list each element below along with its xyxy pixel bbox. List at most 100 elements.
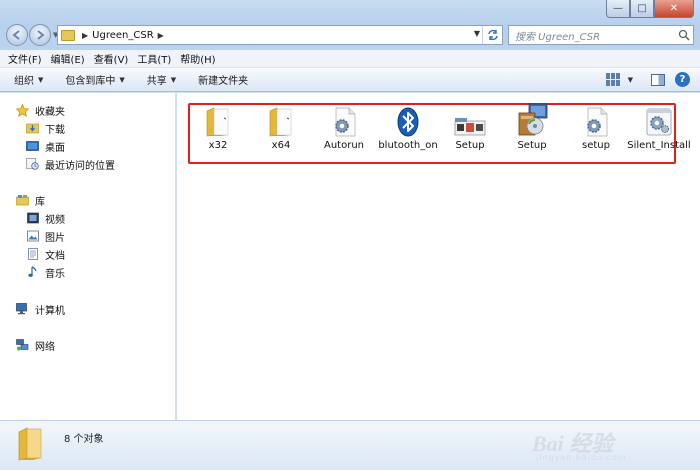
sidebar-item-label: 计算机 [35, 305, 65, 317]
search-icon[interactable] [675, 29, 693, 41]
sidebar-item-libraries[interactable]: 库 [16, 192, 45, 208]
folder-icon [249, 105, 313, 137]
menu-help[interactable]: 帮助(H) [180, 51, 215, 66]
details-pane: 8 个对象 Bai 经验 jingyan.baidu.com [0, 420, 700, 470]
sidebar-item-label: 收藏夹 [35, 106, 65, 118]
preview-pane-icon[interactable] [651, 73, 665, 86]
breadcrumb-current[interactable]: Ugreen_CSR [92, 30, 153, 41]
bluetooth-icon [376, 105, 440, 137]
file-name: Silent_Install [627, 140, 691, 151]
organize-button[interactable]: 组织 ▼ [14, 72, 44, 88]
watermark: Bai 经验 jingyan.baidu.com [532, 426, 662, 464]
video-icon [26, 212, 39, 224]
breadcrumb-separator-icon[interactable]: ▶ [158, 31, 164, 40]
refresh-button[interactable] [482, 26, 502, 44]
file-item-silent-install[interactable]: Silent_Install [627, 105, 691, 152]
file-name: x32 [208, 140, 228, 151]
recent-places-icon [26, 158, 39, 170]
minimize-button[interactable]: — [606, 0, 630, 18]
chevron-down-icon: ▼ [170, 75, 177, 84]
sidebar-item-documents[interactable]: 文档 [26, 246, 65, 262]
share-label: 共享 [146, 76, 167, 87]
file-name: setup [582, 140, 610, 151]
forward-button[interactable] [29, 24, 51, 46]
search-placeholder: 搜索 Ugreen_CSR [515, 31, 601, 43]
desktop-icon [26, 140, 39, 152]
include-library-button[interactable]: 包含到库中 ▼ [65, 72, 125, 88]
sidebar-item-network[interactable]: 网络 [16, 337, 55, 353]
file-name: Setup [517, 140, 547, 151]
new-folder-button[interactable]: 新建文件夹 [198, 72, 248, 87]
maximize-button[interactable]: □ [630, 0, 654, 18]
arrow-left-icon [12, 30, 20, 40]
sidebar-item-label: 桌面 [45, 142, 65, 154]
setup-cab-icon [438, 105, 502, 137]
share-button[interactable]: 共享 ▼ [146, 72, 177, 88]
sidebar-item-label: 库 [35, 196, 45, 208]
file-name: blutooth_on [378, 140, 438, 151]
include-library-label: 包含到库中 [65, 76, 116, 87]
sidebar-item-label: 视频 [45, 214, 65, 226]
chevron-down-icon: ▼ [38, 75, 44, 84]
change-view-icon[interactable] [605, 73, 620, 86]
sidebar-item-videos[interactable]: 视频 [26, 210, 65, 226]
address-bar[interactable]: ▶ Ugreen_CSR ▶ ▼ [57, 25, 503, 45]
watermark-url: jingyan.baidu.com [536, 453, 627, 462]
arrow-right-icon [37, 30, 45, 40]
search-input[interactable]: 搜索 Ugreen_CSR [508, 25, 694, 45]
help-icon[interactable]: ? [675, 72, 690, 87]
menu-tools[interactable]: 工具(T) [137, 51, 171, 66]
sidebar-item-computer[interactable]: 计算机 [16, 301, 65, 317]
sidebar-item-desktop[interactable]: 桌面 [26, 138, 65, 154]
star-icon [16, 103, 29, 117]
chevron-down-icon: ▼ [627, 75, 633, 84]
navigation-pane: 收藏夹 下载 桌面 最近访问的位置 库 视频 图片 文档 音乐 计算机 网络 [0, 93, 176, 420]
sidebar-item-label: 下载 [45, 124, 65, 136]
menu-view[interactable]: 查看(V) [94, 51, 129, 66]
file-list-area[interactable]: x32 x64 Autorun blutooth_on Setup Setup [177, 93, 700, 420]
item-count: 8 个对象 [64, 434, 104, 445]
address-dropdown-icon[interactable]: ▼ [474, 29, 480, 38]
file-name: x64 [271, 140, 291, 151]
file-item-setup-inf[interactable]: setup [564, 105, 628, 152]
file-item-x32[interactable]: x32 [186, 105, 250, 152]
sidebar-item-label: 音乐 [45, 268, 65, 280]
file-item-bluetooth[interactable]: blutooth_on [376, 105, 440, 152]
menu-file[interactable]: 文件(F) [8, 51, 42, 66]
command-bar-right: ▼ ? [605, 72, 690, 87]
sidebar-item-recent[interactable]: 最近访问的位置 [26, 156, 115, 172]
file-item-setup-exe[interactable]: Setup [500, 103, 564, 152]
file-name: Setup [455, 140, 485, 151]
sidebar-item-downloads[interactable]: 下载 [26, 120, 65, 136]
sidebar-item-label: 网络 [35, 341, 55, 353]
folder-icon [186, 105, 250, 137]
new-folder-label: 新建文件夹 [198, 76, 249, 87]
folder-icon [16, 427, 44, 464]
back-button[interactable] [6, 24, 28, 46]
pictures-icon [26, 230, 39, 242]
breadcrumb-separator-icon[interactable]: ▶ [82, 31, 88, 40]
file-item-autorun[interactable]: Autorun [312, 105, 376, 152]
batch-file-icon [627, 105, 691, 137]
refresh-icon [487, 29, 498, 41]
sidebar-item-music[interactable]: 音乐 [26, 264, 65, 280]
sidebar-item-label: 最近访问的位置 [45, 160, 115, 172]
file-item-x64[interactable]: x64 [249, 105, 313, 152]
view-options-dropdown[interactable]: ▼ [624, 76, 633, 84]
close-button[interactable]: ✕ [654, 0, 694, 18]
downloads-folder-icon [26, 122, 39, 134]
menu-bar: 文件(F) 编辑(E) 查看(V) 工具(T) 帮助(H) [0, 50, 700, 68]
folder-icon [61, 29, 75, 41]
libraries-icon [16, 194, 29, 206]
file-item-setup-cab[interactable]: Setup [438, 105, 502, 152]
menu-edit[interactable]: 编辑(E) [51, 51, 85, 66]
chevron-down-icon: ▼ [119, 75, 125, 84]
sidebar-item-pictures[interactable]: 图片 [26, 228, 65, 244]
sidebar-item-label: 文档 [45, 250, 65, 262]
command-bar: 组织 ▼ 包含到库中 ▼ 共享 ▼ 新建文件夹 ▼ ? [0, 68, 700, 92]
computer-icon [16, 303, 29, 315]
navigation-buttons: ▼ [6, 24, 63, 46]
title-bar: — □ ✕ ▼ ▶ Ugreen_CSR ▶ ▼ 搜索 Ugreen_CSR [0, 0, 700, 50]
file-name: Autorun [323, 140, 364, 151]
sidebar-item-favorites[interactable]: 收藏夹 [16, 102, 65, 118]
